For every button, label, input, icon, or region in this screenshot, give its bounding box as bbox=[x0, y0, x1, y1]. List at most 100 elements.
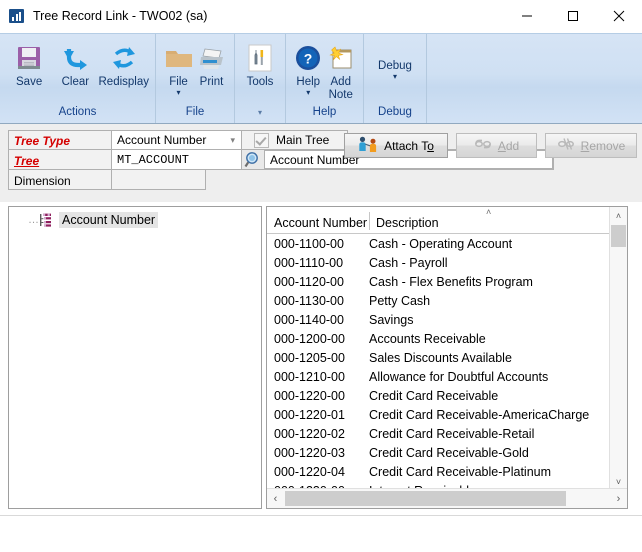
dimension-input[interactable] bbox=[111, 169, 206, 190]
column-divider[interactable] bbox=[369, 212, 370, 230]
cell-account-number: 000-1220-03 bbox=[274, 445, 345, 460]
tree-type-value: Account Number bbox=[117, 133, 207, 147]
table-row[interactable]: 000-1220-00 Credit Card Receivable bbox=[267, 386, 610, 405]
grid-horizontal-scrollbar[interactable]: ‹ › bbox=[267, 488, 627, 508]
horizontal-scroll-thumb[interactable] bbox=[285, 491, 566, 506]
save-button[interactable]: Save bbox=[6, 38, 52, 89]
cell-account-number: 000-1130-00 bbox=[274, 293, 344, 308]
help-dropdown-caret-icon[interactable]: ▾ bbox=[306, 89, 310, 97]
refresh-arrows-icon bbox=[109, 41, 139, 75]
main-tree-checkbox-cell[interactable]: Main Tree bbox=[242, 130, 348, 150]
table-row[interactable]: 000-1205-00 Sales Discounts Available bbox=[267, 348, 610, 367]
ribbon-group-file-label: File bbox=[185, 106, 205, 118]
table-row[interactable]: 000-1120-00 Cash - Flex Benefits Program bbox=[267, 272, 610, 291]
add-note-button[interactable]: Add Note bbox=[325, 38, 358, 102]
cell-description: Cash - Payroll bbox=[369, 255, 448, 270]
close-button[interactable] bbox=[596, 0, 642, 32]
help-question-icon: ? bbox=[294, 41, 322, 75]
window-title: Tree Record Link - TWO02 (sa) bbox=[33, 9, 208, 23]
grid-rows: 000-1100-00 Cash - Operating Account 000… bbox=[267, 234, 610, 490]
table-row[interactable]: 000-1130-00 Petty Cash bbox=[267, 291, 610, 310]
window-controls bbox=[504, 0, 642, 32]
cell-account-number: 000-1120-00 bbox=[274, 274, 344, 289]
status-bar bbox=[0, 515, 642, 552]
clear-label: Clear bbox=[61, 76, 90, 88]
cell-description: Cash - Operating Account bbox=[369, 236, 513, 251]
ribbon-group-tools-label: ▾ bbox=[235, 105, 285, 123]
folder-icon bbox=[164, 41, 194, 75]
clear-button[interactable]: Clear bbox=[52, 38, 98, 89]
column-header-account-number[interactable]: Account Number bbox=[274, 216, 367, 230]
ribbon-group-file: File ▾ Print File bbox=[156, 34, 235, 123]
tree-node-account-number[interactable]: … Account Number bbox=[28, 212, 261, 228]
app-icon bbox=[9, 8, 25, 24]
add-button[interactable]: Add bbox=[456, 133, 537, 158]
undo-arrow-icon bbox=[60, 41, 90, 75]
help-button[interactable]: ? Help ▾ bbox=[292, 38, 325, 97]
scroll-left-arrow-icon[interactable]: ‹ bbox=[267, 490, 284, 507]
svg-text:?: ? bbox=[304, 51, 313, 67]
tree-connector-line: … bbox=[28, 214, 39, 226]
table-row[interactable]: 000-1220-04 Credit Card Receivable-Plati… bbox=[267, 462, 610, 481]
main-tree-checkbox[interactable] bbox=[254, 132, 269, 148]
tree-panel[interactable]: … Account Number bbox=[8, 206, 262, 509]
tools-button[interactable]: Tools bbox=[241, 38, 279, 89]
cell-account-number: 000-1140-00 bbox=[274, 312, 344, 327]
tree-node-icon bbox=[39, 213, 54, 227]
column-header-description[interactable]: Description bbox=[376, 216, 439, 230]
print-button[interactable]: Print bbox=[195, 38, 228, 89]
table-row[interactable]: 000-1220-01 Credit Card Receivable-Ameri… bbox=[267, 405, 610, 424]
cell-description: Credit Card Receivable-Gold bbox=[369, 445, 529, 460]
add-note-label: Add Note bbox=[328, 76, 353, 101]
remove-link-icon bbox=[557, 137, 575, 154]
cell-account-number: 000-1110-00 bbox=[274, 255, 344, 270]
table-row[interactable]: 000-1200-00 Accounts Receivable bbox=[267, 329, 610, 348]
table-row[interactable]: 000-1220-02 Credit Card Receivable-Retai… bbox=[267, 424, 610, 443]
table-row[interactable]: 000-1100-00 Cash - Operating Account bbox=[267, 234, 610, 253]
grid-vertical-scrollbar[interactable]: ˄ ˅ bbox=[609, 207, 627, 490]
tree-node-label: Account Number bbox=[59, 212, 159, 228]
attach-to-label: Attach To bbox=[384, 138, 434, 153]
table-row[interactable]: 000-1110-00 Cash - Payroll bbox=[267, 253, 610, 272]
table-row[interactable]: 000-1210-00 Allowance for Doubtful Accou… bbox=[267, 367, 610, 386]
file-dropdown-caret-icon[interactable]: ▾ bbox=[176, 89, 180, 97]
printer-icon bbox=[197, 41, 227, 75]
ribbon-group-help: ? Help ▾ Add Note Help bbox=[286, 34, 364, 123]
tools-group-caret-icon[interactable]: ▾ bbox=[258, 108, 262, 117]
tree-type-combo[interactable]: Account Number ▾ bbox=[111, 130, 242, 150]
maximize-button[interactable] bbox=[550, 0, 596, 32]
print-label: Print bbox=[199, 76, 224, 88]
redisplay-button[interactable]: Redisplay bbox=[99, 38, 149, 89]
cell-description: Credit Card Receivable-Retail bbox=[369, 426, 535, 441]
chevron-down-icon[interactable]: ▾ bbox=[230, 135, 235, 146]
add-label: Add bbox=[497, 138, 520, 153]
vertical-scroll-thumb[interactable] bbox=[611, 225, 626, 247]
cell-description: Credit Card Receivable-Platinum bbox=[369, 464, 552, 479]
cell-description: Allowance for Doubtful Accounts bbox=[369, 369, 549, 384]
window-titlebar: Tree Record Link - TWO02 (sa) bbox=[0, 0, 642, 33]
cell-description: Savings bbox=[369, 312, 414, 327]
sort-ascending-icon[interactable]: ˄ bbox=[486, 208, 491, 217]
cell-account-number: 000-1220-00 bbox=[274, 388, 345, 403]
scroll-right-arrow-icon[interactable]: › bbox=[610, 490, 627, 507]
cell-description: Credit Card Receivable-AmericaCharge bbox=[369, 407, 590, 422]
tools-wrench-screwdriver-icon bbox=[246, 41, 274, 75]
remove-button[interactable]: Remove bbox=[545, 133, 637, 158]
cell-description: Cash - Flex Benefits Program bbox=[369, 274, 533, 289]
save-label: Save bbox=[16, 76, 43, 88]
minimize-button[interactable] bbox=[504, 0, 550, 32]
ribbon-group-debug: Debug ▾ Debug bbox=[364, 34, 427, 123]
magnifier-lookup-icon[interactable] bbox=[244, 151, 262, 169]
attach-to-button[interactable]: Attach To bbox=[344, 133, 448, 158]
ribbon-toolbar: Save Clear Redisplay Actions File ▾ Prin… bbox=[0, 33, 642, 124]
add-link-icon bbox=[474, 137, 492, 154]
cell-account-number: 000-1210-00 bbox=[274, 369, 345, 384]
scroll-up-arrow-icon[interactable]: ˄ bbox=[610, 207, 627, 224]
tree-value-input[interactable]: MT_ACCOUNT bbox=[111, 149, 242, 170]
file-button[interactable]: File ▾ bbox=[162, 38, 195, 97]
table-row[interactable]: 000-1140-00 Savings bbox=[267, 310, 610, 329]
ribbon-empty-area bbox=[427, 34, 642, 123]
debug-dropdown-caret-icon[interactable]: ▾ bbox=[393, 73, 397, 81]
table-row[interactable]: 000-1220-03 Credit Card Receivable-Gold bbox=[267, 443, 610, 462]
debug-button[interactable]: Debug ▾ bbox=[370, 56, 420, 81]
